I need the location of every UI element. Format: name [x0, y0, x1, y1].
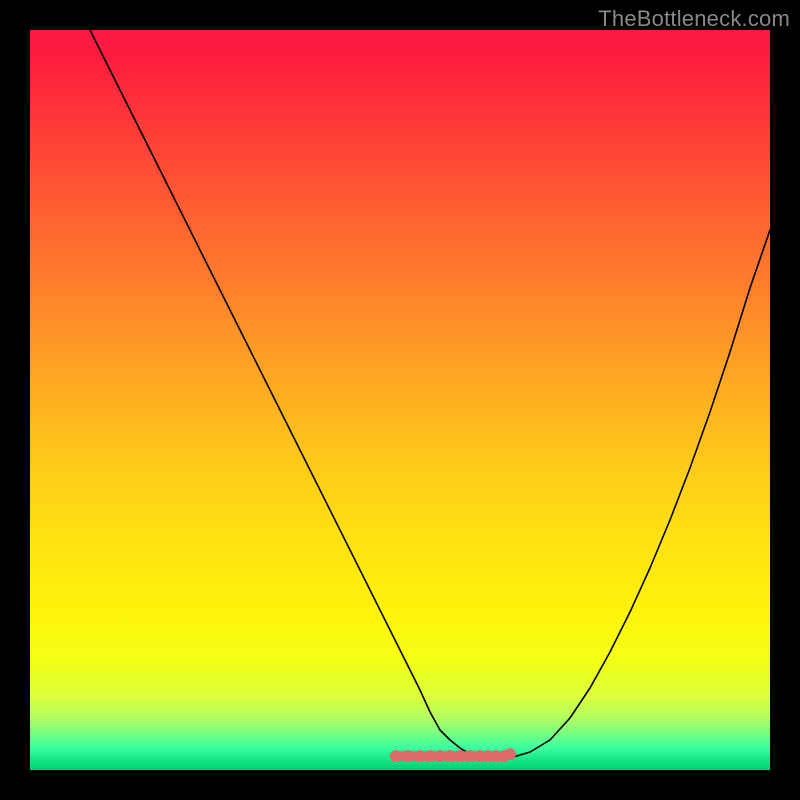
watermark-text: TheBottleneck.com [598, 6, 790, 32]
fit-dot [498, 750, 510, 762]
plot-area [30, 30, 770, 770]
bottleneck-curve [90, 30, 770, 760]
chart-svg [30, 30, 770, 770]
fit-dot [434, 750, 446, 762]
fit-dot [424, 750, 436, 762]
chart-frame: TheBottleneck.com [0, 0, 800, 800]
fit-dot [414, 750, 426, 762]
fit-dot [402, 750, 414, 762]
fit-dots-group [390, 748, 516, 762]
fit-dot [474, 750, 486, 762]
fit-dot [490, 750, 502, 762]
fit-dot [464, 750, 476, 762]
fit-dot [504, 748, 516, 760]
fit-dot [454, 750, 466, 762]
fit-dot [482, 750, 494, 762]
fit-dots-line [396, 754, 510, 756]
fit-dot [444, 750, 456, 762]
fit-dot [390, 750, 402, 762]
